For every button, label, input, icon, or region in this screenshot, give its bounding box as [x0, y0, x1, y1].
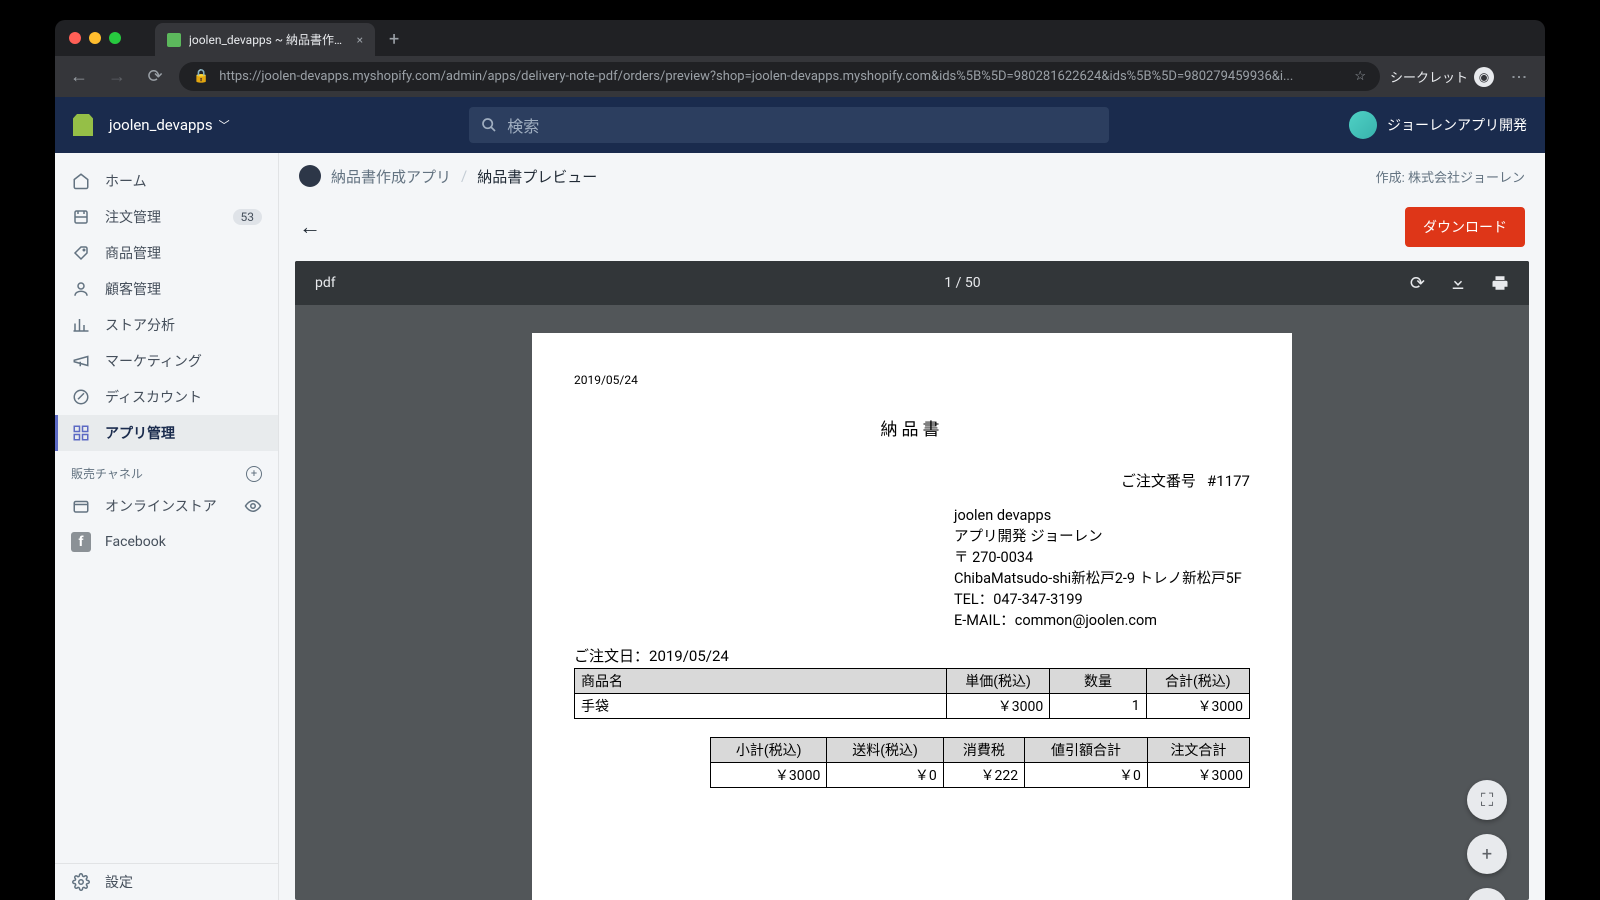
orders-badge: 53 [233, 209, 263, 225]
sidebar-settings[interactable]: 設定 [55, 864, 278, 900]
close-tab-icon[interactable]: × [357, 33, 363, 47]
admin-topbar: joolen_devapps ﹀ 検索 ジョーレンアプリ開発 [55, 97, 1545, 153]
incognito-icon: ◉ [1474, 67, 1494, 87]
table-header-row: 商品名 単価(税込) 数量 合計(税込) [575, 669, 1250, 694]
store-switcher[interactable]: joolen_devapps ﹀ [109, 116, 230, 134]
new-tab-button[interactable]: + [379, 25, 409, 54]
discount-icon [71, 387, 91, 407]
table-row: ￥3000 ￥0 ￥222 ￥0 ￥3000 [711, 763, 1250, 788]
crumb-page: 納品書プレビュー [477, 166, 597, 187]
sidebar-item-marketing[interactable]: マーケティング [55, 343, 278, 379]
gear-icon [71, 872, 91, 892]
main-content: 納品書作成アプリ / 納品書プレビュー 作成: 株式会社ジョーレン ← ダウンロ… [279, 153, 1545, 900]
pdf-title: pdf [315, 275, 515, 291]
search-icon [481, 117, 497, 133]
bookmark-icon[interactable]: ☆ [1354, 69, 1366, 84]
shopify-logo-icon [73, 114, 93, 136]
print-icon[interactable] [1491, 274, 1509, 292]
forward-button[interactable]: → [103, 63, 131, 91]
zoom-in-button[interactable]: + [1467, 834, 1507, 874]
sidebar-item-orders[interactable]: 注文管理 53 [55, 199, 278, 235]
shopify-admin: joolen_devapps ﹀ 検索 ジョーレンアプリ開発 [55, 97, 1545, 900]
sidebar-channel-online-store[interactable]: オンラインストア [55, 488, 278, 524]
pdf-viewer: pdf 1 / 50 ⟳ 2019/05/24 納品書 [295, 261, 1529, 900]
search-placeholder: 検索 [507, 113, 539, 137]
chevron-down-icon: ﹀ [219, 117, 230, 133]
facebook-icon: f [71, 532, 91, 552]
sidebar-item-discounts[interactable]: ディスカウント [55, 379, 278, 415]
pdf-page: 2019/05/24 納品書 ご注文番号 #1177 joolen devapp… [532, 333, 1292, 900]
app-icon [299, 165, 321, 187]
table-row: 手袋 ￥3000 1 ￥3000 [575, 694, 1250, 719]
user-icon [71, 279, 91, 299]
doc-order-number: ご注文番号 #1177 [574, 470, 1250, 491]
back-arrow-button[interactable]: ← [299, 214, 321, 240]
browser-tab[interactable]: joolen_devapps ~ 納品書作成ア × [155, 23, 375, 56]
add-channel-button[interactable]: + [246, 466, 262, 482]
zoom-out-button[interactable]: − [1467, 888, 1507, 900]
url-text: https://joolen-devapps.myshopify.com/adm… [219, 69, 1344, 84]
orders-icon [71, 207, 91, 227]
sidebar-channel-facebook[interactable]: f Facebook [55, 524, 278, 560]
back-button[interactable]: ← [65, 63, 93, 91]
company-block: joolen devapps アプリ開発 ジョーレン 〒 270-0034 Ch… [954, 505, 1250, 631]
sidebar-item-analytics[interactable]: ストア分析 [55, 307, 278, 343]
totals-table: 小計(税込) 送料(税込) 消費税 値引額合計 注文合計 ￥3000 ￥0 ￥2 [710, 737, 1250, 788]
store-icon [71, 496, 91, 516]
download-icon[interactable] [1449, 274, 1467, 292]
avatar-icon [1349, 111, 1377, 139]
maximize-window-icon[interactable] [109, 32, 121, 44]
channels-header: 販売チャネル + [55, 451, 278, 488]
action-bar: ← ダウンロード [279, 199, 1545, 261]
search-input[interactable]: 検索 [469, 107, 1109, 143]
apps-icon [71, 423, 91, 443]
eye-icon[interactable] [244, 497, 262, 515]
sidebar-item-customers[interactable]: 顧客管理 [55, 271, 278, 307]
tag-icon [71, 243, 91, 263]
rotate-icon[interactable]: ⟳ [1410, 273, 1425, 294]
address-bar: ← → ⟳ 🔒 https://joolen-devapps.myshopify… [55, 56, 1545, 97]
incognito-indicator: シークレット ◉ [1390, 67, 1494, 87]
sidebar-item-home[interactable]: ホーム [55, 163, 278, 199]
fit-page-button[interactable]: ⛶ [1467, 780, 1507, 820]
analytics-icon [71, 315, 91, 335]
tab-title: joolen_devapps ~ 納品書作成ア [189, 31, 349, 48]
pdf-zoom-controls: ⛶ + − [1467, 780, 1507, 898]
pdf-page-indicator: 1 / 50 [515, 275, 1410, 291]
reload-button[interactable]: ⟳ [141, 63, 169, 91]
megaphone-icon [71, 351, 91, 371]
favicon-icon [167, 33, 181, 47]
window-controls [55, 20, 135, 56]
close-window-icon[interactable] [69, 32, 81, 44]
pdf-canvas[interactable]: 2019/05/24 納品書 ご注文番号 #1177 joolen devapp… [295, 305, 1529, 900]
made-by-label: 作成: 株式会社ジョーレン [1376, 167, 1525, 186]
browser-menu-icon[interactable]: ⋮ [1504, 69, 1535, 85]
pdf-toolbar: pdf 1 / 50 ⟳ [295, 261, 1529, 305]
minimize-window-icon[interactable] [89, 32, 101, 44]
url-input[interactable]: 🔒 https://joolen-devapps.myshopify.com/a… [179, 62, 1380, 91]
table-header-row: 小計(税込) 送料(税込) 消費税 値引額合計 注文合計 [711, 738, 1250, 763]
sidebar-item-apps[interactable]: アプリ管理 [55, 415, 278, 451]
order-date: ご注文日：2019/05/24 [574, 645, 1250, 666]
doc-title: 納品書 [574, 415, 1250, 440]
breadcrumb: 納品書作成アプリ / 納品書プレビュー 作成: 株式会社ジョーレン [279, 153, 1545, 199]
download-button[interactable]: ダウンロード [1405, 207, 1525, 247]
sidebar-item-products[interactable]: 商品管理 [55, 235, 278, 271]
doc-date-top: 2019/05/24 [574, 373, 1250, 387]
crumb-app[interactable]: 納品書作成アプリ [331, 166, 451, 187]
home-icon [71, 171, 91, 191]
lock-icon: 🔒 [193, 69, 209, 84]
browser-window: joolen_devapps ~ 納品書作成ア × + ← → ⟳ 🔒 http… [55, 20, 1545, 900]
items-table: 商品名 単価(税込) 数量 合計(税込) 手袋 ￥3000 1 ￥3000 [574, 668, 1250, 719]
admin-sidebar: ホーム 注文管理 53 商品管理 顧客管理 ストア分析 [55, 153, 279, 900]
user-menu[interactable]: ジョーレンアプリ開発 [1349, 111, 1527, 139]
